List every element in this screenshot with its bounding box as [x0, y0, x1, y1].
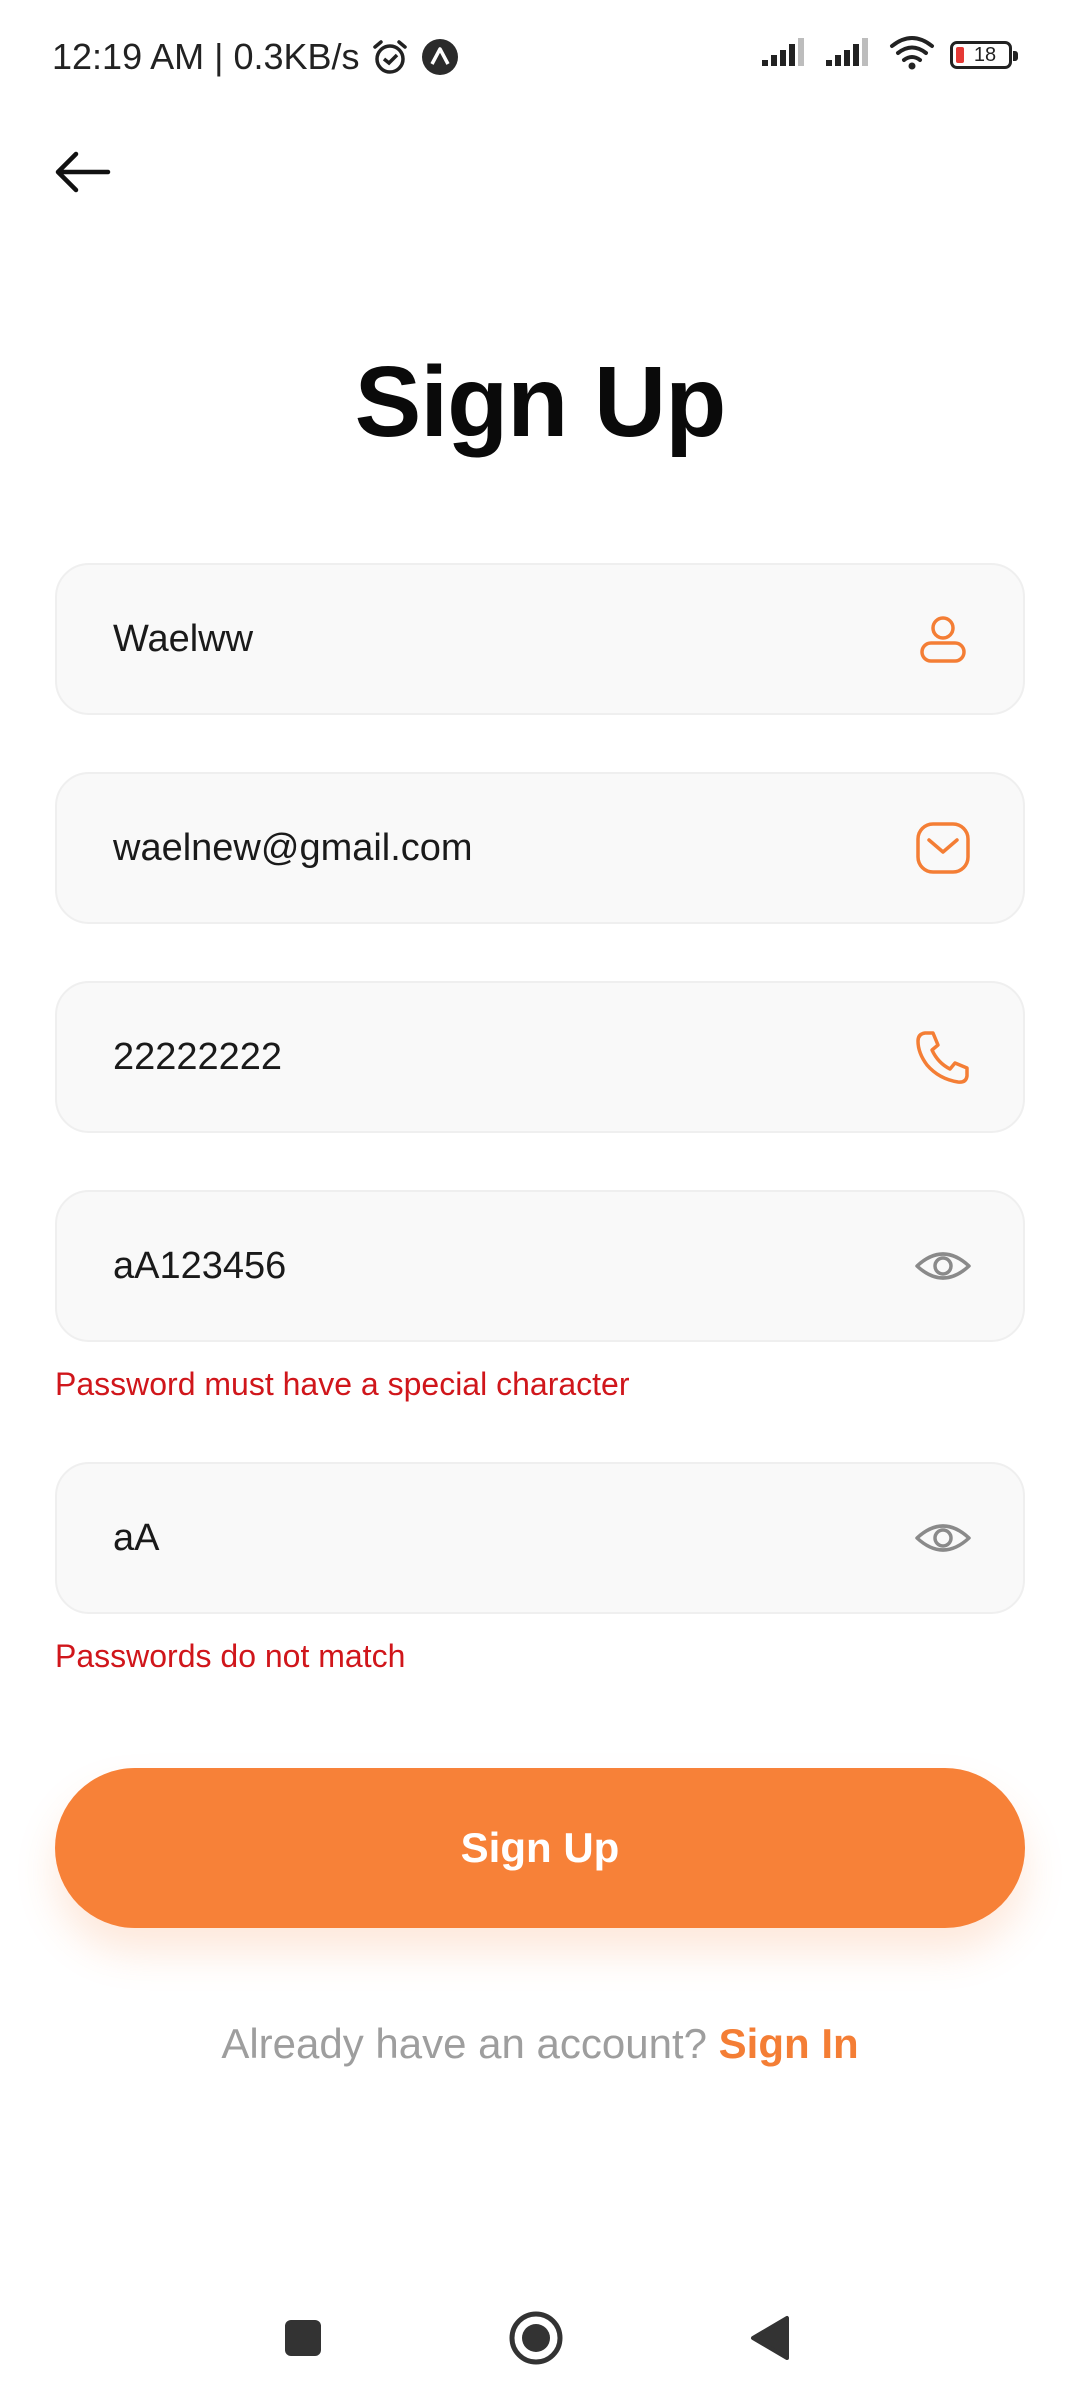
battery-level: 18 — [973, 43, 997, 66]
name-input-value[interactable]: Waelww — [113, 565, 253, 713]
signal-icon — [824, 36, 874, 73]
alarm-icon — [370, 37, 410, 77]
status-bar: 12:19 AM | 0.3KB/s 18 — [0, 0, 1080, 110]
signin-prompt-row: Already have an account? Sign In — [0, 2020, 1080, 2068]
email-field[interactable]: waelnew@gmail.com — [55, 772, 1025, 924]
confirm-password-field[interactable]: aA — [55, 1462, 1025, 1614]
email-input-value[interactable]: waelnew@gmail.com — [113, 774, 473, 922]
user-icon — [913, 609, 973, 669]
back-triangle-icon[interactable] — [739, 2308, 799, 2368]
mail-icon — [913, 818, 973, 878]
arrow-left-icon — [55, 151, 111, 193]
home-circle-icon[interactable] — [506, 2308, 566, 2368]
back-button[interactable] — [50, 140, 114, 204]
sign-in-link[interactable]: Sign In — [719, 2020, 859, 2067]
signal-icon — [760, 36, 810, 73]
status-left: 12:19 AM | 0.3KB/s — [52, 36, 460, 78]
recents-square-icon[interactable] — [273, 2308, 333, 2368]
password-field[interactable]: aA123456 — [55, 1190, 1025, 1342]
name-field[interactable]: Waelww — [55, 563, 1025, 715]
signin-prompt: Already have an account? — [221, 2020, 707, 2067]
eye-icon[interactable] — [913, 1236, 973, 1296]
confirm-password-error: Passwords do not match — [55, 1638, 406, 1674]
app-notification-icon — [420, 37, 460, 77]
battery-icon: 18 — [950, 40, 1018, 69]
sign-up-button-label: Sign Up — [460, 1824, 620, 1871]
status-right: 18 — [760, 34, 1018, 75]
password-input-value[interactable]: aA123456 — [113, 1192, 286, 1340]
phone-input-value[interactable]: 22222222 — [113, 983, 282, 1131]
sign-up-button[interactable]: Sign Up — [55, 1768, 1025, 1928]
phone-field[interactable]: 22222222 — [55, 981, 1025, 1133]
eye-icon[interactable] — [913, 1508, 973, 1568]
wifi-icon — [888, 34, 936, 75]
status-time-speed: 12:19 AM | 0.3KB/s — [52, 36, 360, 77]
page-title: Sign Up — [354, 346, 727, 458]
phone-icon — [913, 1027, 973, 1087]
system-nav-bar — [0, 2290, 1080, 2380]
password-error: Password must have a special character — [55, 1366, 630, 1402]
confirm-password-input-value[interactable]: aA — [113, 1464, 159, 1612]
